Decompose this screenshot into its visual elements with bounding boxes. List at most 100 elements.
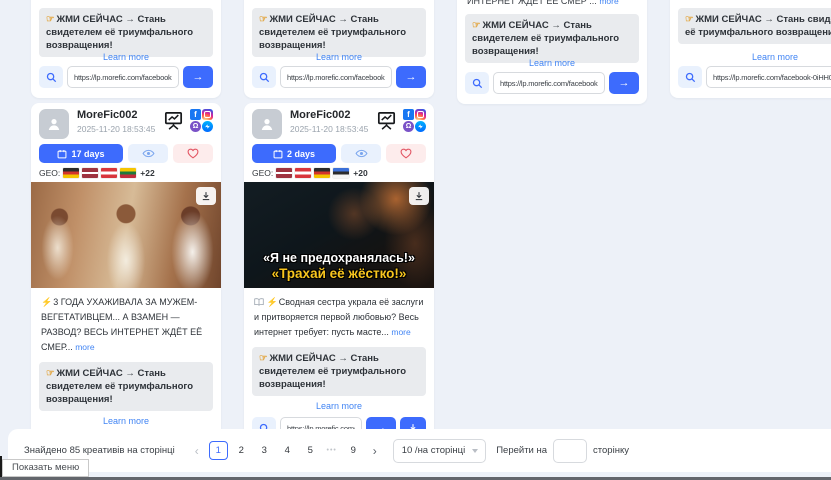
page-button-1[interactable]: 1: [209, 441, 228, 460]
geo-extra-count: +22: [140, 168, 154, 178]
cut-caption-text: ИНТЕРНЕТ ЖДЁТ ЕЁ СМЕР ...: [467, 0, 597, 6]
eye-icon: [142, 149, 155, 158]
page-button-3[interactable]: 3: [255, 441, 274, 460]
goto-page-input[interactable]: [553, 439, 587, 463]
audience-network-icon: Ω: [403, 121, 414, 132]
pointing-hand-icon: ☞: [472, 20, 481, 31]
favorite-button[interactable]: [386, 144, 426, 163]
days-active-button[interactable]: 2 days: [252, 144, 336, 163]
search-icon: [685, 72, 696, 83]
card-column-1: ИНТЕРНЕТ ЖДЁТ ЕЁ СМЕР ... more ☞ЖМИ СЕЙЧ…: [31, 0, 221, 480]
pointing-hand-icon: ☞: [259, 14, 268, 25]
cta-banner-text: ЖМИ СЕЙЧАС → Стань свидетелем её триумфа…: [46, 14, 193, 51]
messenger-icon: [202, 121, 213, 132]
action-buttons: 17 days: [31, 139, 221, 163]
open-url-button[interactable]: →: [183, 66, 213, 88]
learn-more-link[interactable]: Learn more: [244, 52, 434, 62]
search-button[interactable]: [39, 66, 63, 88]
learn-more-link[interactable]: Learn more: [670, 52, 831, 62]
landing-url-input[interactable]: [67, 66, 179, 88]
more-link[interactable]: more: [391, 327, 410, 337]
page-button-4[interactable]: 4: [278, 441, 297, 460]
person-icon: [259, 116, 275, 132]
calendar-icon: [57, 149, 67, 159]
page-button-last[interactable]: 9: [344, 441, 363, 460]
flag-germany-icon: [314, 168, 330, 178]
learn-more-link[interactable]: Learn more: [31, 416, 221, 426]
pointing-hand-icon: ☞: [46, 14, 55, 25]
search-icon: [472, 78, 483, 89]
cta-banner-text: ЖМИ СЕЙЧАС → Стань свидетелем её триумфа…: [259, 353, 406, 390]
flag-germany-icon: [63, 168, 79, 178]
page-name: MoreFic002: [290, 109, 375, 122]
days-label: 2 days: [287, 149, 315, 159]
download-icon: [414, 191, 424, 201]
cta-banner-text: ЖМИ СЕЙЧАС → Стань свидетелем её триумфа…: [259, 14, 406, 51]
social-icons: f Ω: [403, 109, 426, 132]
presentation-chart-icon[interactable]: [375, 109, 398, 132]
geo-flags: [63, 168, 136, 178]
presentation-chart-icon[interactable]: [162, 109, 185, 132]
search-icon: [46, 72, 57, 83]
cta-banner-text: ЖМИ СЕЙЧАС → Стань свидетелем её триумфа…: [46, 368, 193, 405]
chevron-right-icon[interactable]: ›: [367, 444, 383, 458]
download-image-button[interactable]: [196, 187, 216, 205]
open-url-button[interactable]: →: [396, 66, 426, 88]
landing-url-input[interactable]: [493, 72, 605, 94]
favorite-button[interactable]: [173, 144, 213, 163]
geo-extra-count: +20: [353, 168, 367, 178]
ad-card-partial: ИНТЕРНЕТ ЖДЁТ ЕЁ СМЕР ... more ☞ЖМИ СЕЙЧ…: [244, 0, 434, 98]
search-icon: [259, 72, 270, 83]
more-link[interactable]: more: [599, 0, 618, 6]
preview-button[interactable]: [341, 144, 381, 163]
creative-image[interactable]: «Я не предохранялась!» «Трахай её жёстко…: [244, 182, 434, 288]
download-image-button[interactable]: [409, 187, 429, 205]
ad-card-partial: ИНТЕРНЕТ ЖДЁТ ЕЁ СМЕР ... more ☞ЖМИ СЕЙЧ…: [670, 0, 831, 98]
cta-banner: ☞ЖМИ СЕЙЧАС → Стань свидетелем её триумф…: [252, 8, 426, 57]
pagination-nav: ‹ 1 2 3 4 5 ••• 9 ›: [189, 441, 383, 460]
card-column-2: ИНТЕРНЕТ ЖДЁТ ЕЁ СМЕР ... more ☞ЖМИ СЕЙЧ…: [244, 0, 434, 480]
url-row: →: [252, 66, 426, 88]
pagination-ellipsis[interactable]: •••: [324, 447, 340, 454]
ad-card-partial: ИНТЕРНЕТ ЖДЁТ ЕЁ СМЕР ... more ☞ЖМИ СЕЙЧ…: [457, 0, 647, 104]
page-size-select[interactable]: 10 /на сторінці: [393, 439, 487, 463]
cut-caption: ИНТЕРНЕТ ЖДЁТ ЕЁ СМЕР ... more: [467, 0, 637, 6]
days-active-button[interactable]: 17 days: [39, 144, 123, 163]
ad-caption: ⚡Сводная сестра украла её заслуги и прит…: [244, 288, 434, 340]
flag-austria-icon: [101, 168, 117, 178]
geo-flags: [276, 168, 349, 178]
pagination-bar: Знайдено 85 креативів на сторінці ‹ 1 2 …: [8, 429, 831, 472]
open-url-button[interactable]: →: [609, 72, 639, 94]
flag-latvia-icon: [276, 168, 292, 178]
card-column-4: ИНТЕРНЕТ ЖДЁТ ЕЁ СМЕР ... more ☞ЖМИ СЕЙЧ…: [670, 0, 831, 480]
search-button[interactable]: [252, 66, 276, 88]
more-link[interactable]: more: [75, 342, 94, 352]
creative-image[interactable]: [31, 182, 221, 288]
cta-banner: ☞ЖМИ СЕЙЧАС → Стань свидетелем её триумф…: [678, 8, 831, 44]
landing-url-input[interactable]: [706, 66, 831, 88]
pointing-hand-icon: ☞: [46, 368, 55, 379]
preview-button[interactable]: [128, 144, 168, 163]
learn-more-link[interactable]: Learn more: [31, 52, 221, 62]
page-size-value: 10 /на сторінці: [402, 445, 466, 456]
pointing-hand-icon: ☞: [259, 353, 268, 364]
learn-more-link[interactable]: Learn more: [244, 401, 434, 411]
landing-url-input[interactable]: [280, 66, 392, 88]
social-icons: f Ω: [190, 109, 213, 132]
search-button[interactable]: [678, 66, 702, 88]
learn-more-link[interactable]: Learn more: [457, 58, 647, 68]
profile-row: MoreFic002 2025-11-20 18:53:45 f Ω: [31, 103, 221, 139]
days-label: 17 days: [71, 149, 104, 159]
instagram-icon: [415, 109, 426, 120]
facebook-icon: f: [403, 109, 414, 120]
page-button-5[interactable]: 5: [301, 441, 320, 460]
chevron-left-icon[interactable]: ‹: [189, 444, 205, 458]
cta-banner: ☞ЖМИ СЕЙЧАС → Стань свидетелем её триумф…: [39, 8, 213, 57]
url-row: →: [39, 66, 213, 88]
page-button-2[interactable]: 2: [232, 441, 251, 460]
flag-estonia-icon: [333, 168, 349, 178]
cta-banner: ☞ЖМИ СЕЙЧАС → Стань свидетелем её триумф…: [252, 347, 426, 396]
lightning-icon: ⚡: [41, 297, 52, 307]
pointing-hand-icon: ☞: [685, 14, 694, 25]
search-button[interactable]: [465, 72, 489, 94]
